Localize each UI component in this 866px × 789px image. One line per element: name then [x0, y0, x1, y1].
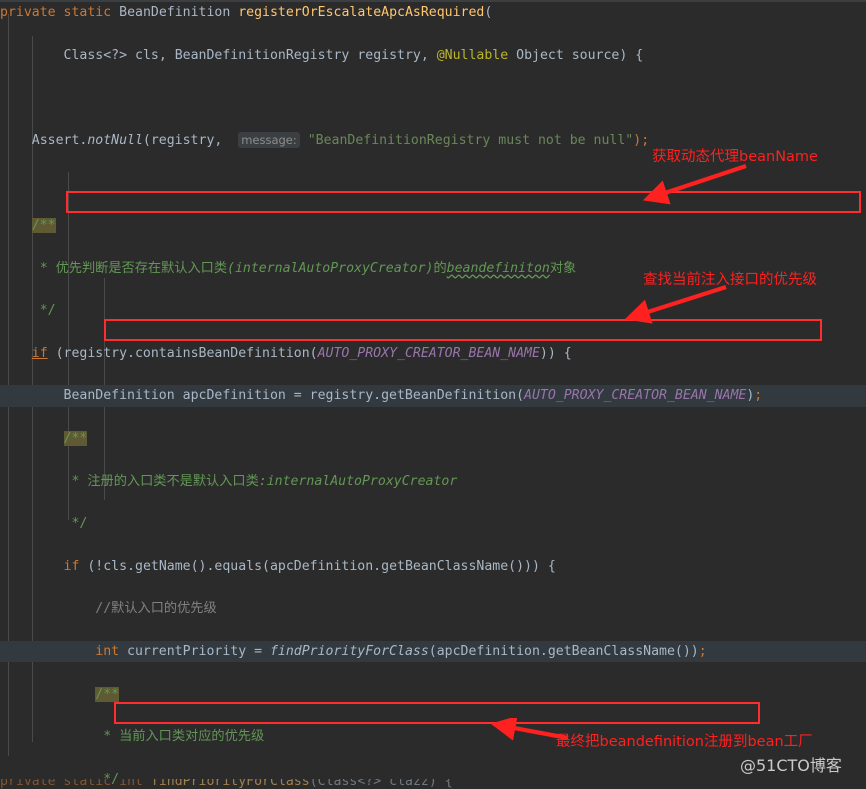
token-find-priority-call: findPriorityForClass: [269, 643, 429, 659]
token-const-apc: AUTO_PROXY_CREATOR_BEAN_NAME: [524, 388, 747, 404]
token-private: private: [0, 5, 56, 20]
code-block[interactable]: private static BeanDefinition registerOr…: [0, 0, 866, 787]
annotation-label-register-to-bean-factory: 最终把beandefinition注册到bean工厂: [556, 734, 813, 750]
token-beandefinition-type: BeanDefinition: [63, 388, 175, 404]
code-line-doc-open[interactable]: /**: [0, 684, 866, 705]
code-line[interactable]: Class<?> cls, BeanDefinitionRegistry reg…: [0, 45, 866, 66]
code-line-doc-close[interactable]: */: [0, 300, 866, 321]
code-line[interactable]: if (registry.containsBeanDefinition(AUTO…: [0, 343, 866, 364]
token-object-type: Object: [516, 47, 564, 63]
code-line: private static int findPriorityForClass(…: [0, 779, 866, 789]
token-int-keyword: int: [119, 779, 143, 789]
token-doc-spellcheck: beandefiniton: [446, 260, 550, 276]
annotation-arrow-2: [624, 284, 727, 324]
token-paren: (: [484, 5, 493, 20]
token-return-type: BeanDefinition: [119, 5, 231, 20]
inline-hint-message: message:: [238, 131, 300, 148]
token-if-keyword: if: [31, 345, 48, 361]
token-semicolon: ;: [698, 643, 707, 659]
token-notnull-call: notNull: [87, 132, 143, 148]
code-line-highlighted[interactable]: int currentPriority = findPriorityForCla…: [0, 640, 866, 663]
token-doc-code-ref: :internalAutoProxyCreator: [258, 473, 458, 489]
token-doc-code-ref: (internalAutoProxyCreator): [227, 260, 434, 276]
token-string-registry-null: "BeanDefinitionRegistry must not be null…: [307, 132, 634, 148]
token-static: static: [63, 779, 112, 789]
code-line-partial-bottom[interactable]: private static int findPriorityForClass(…: [0, 779, 866, 789]
token-const-apc: AUTO_PROXY_CREATOR_BEAN_NAME: [317, 345, 540, 361]
token-semicolon: ;: [754, 388, 763, 404]
token-doc-open-selected: /**: [31, 217, 56, 233]
token-if-keyword: if: [63, 558, 80, 574]
watermark-51cto: @51CTO博客: [740, 756, 842, 775]
token-semicolon: );: [633, 132, 650, 148]
token-class-type: Class<?>: [63, 47, 128, 63]
annotation-arrow-3: [490, 718, 569, 741]
token-doc-open-selected: /**: [95, 686, 120, 702]
token-registry-type: BeanDefinitionRegistry: [174, 47, 350, 63]
token-nullable-annotation: @Nullable: [436, 47, 509, 63]
code-line-doc-close[interactable]: */: [0, 513, 866, 534]
code-line[interactable]: if (!cls.getName().equals(apcDefinition.…: [0, 556, 866, 577]
code-line-highlighted[interactable]: BeanDefinition apcDefinition = registry.…: [0, 385, 866, 407]
code-line-comment[interactable]: //默认入口的优先级: [0, 598, 866, 619]
code-editor[interactable]: private static BeanDefinition registerOr…: [0, 0, 866, 789]
token-static: static: [63, 5, 112, 20]
code-line-doc[interactable]: * 注册的入口类不是默认入口类:internalAutoProxyCreator: [0, 471, 866, 492]
token-method-name: registerOrEscalateApcAsRequired: [238, 5, 485, 20]
code-line[interactable]: private static BeanDefinition registerOr…: [0, 2, 866, 23]
token-private: private: [0, 779, 56, 789]
token-int-keyword: int: [95, 643, 120, 659]
code-line-doc-open[interactable]: /**: [0, 215, 866, 236]
token-class-type: Class<?>: [317, 779, 382, 789]
token-method-name-2: findPriorityForClass: [150, 779, 310, 789]
token-doc-open-selected: /**: [63, 430, 88, 446]
code-line-doc-open[interactable]: /**: [0, 428, 866, 449]
annotation-arrow-1: [642, 164, 747, 205]
code-line-blank[interactable]: [0, 87, 866, 108]
